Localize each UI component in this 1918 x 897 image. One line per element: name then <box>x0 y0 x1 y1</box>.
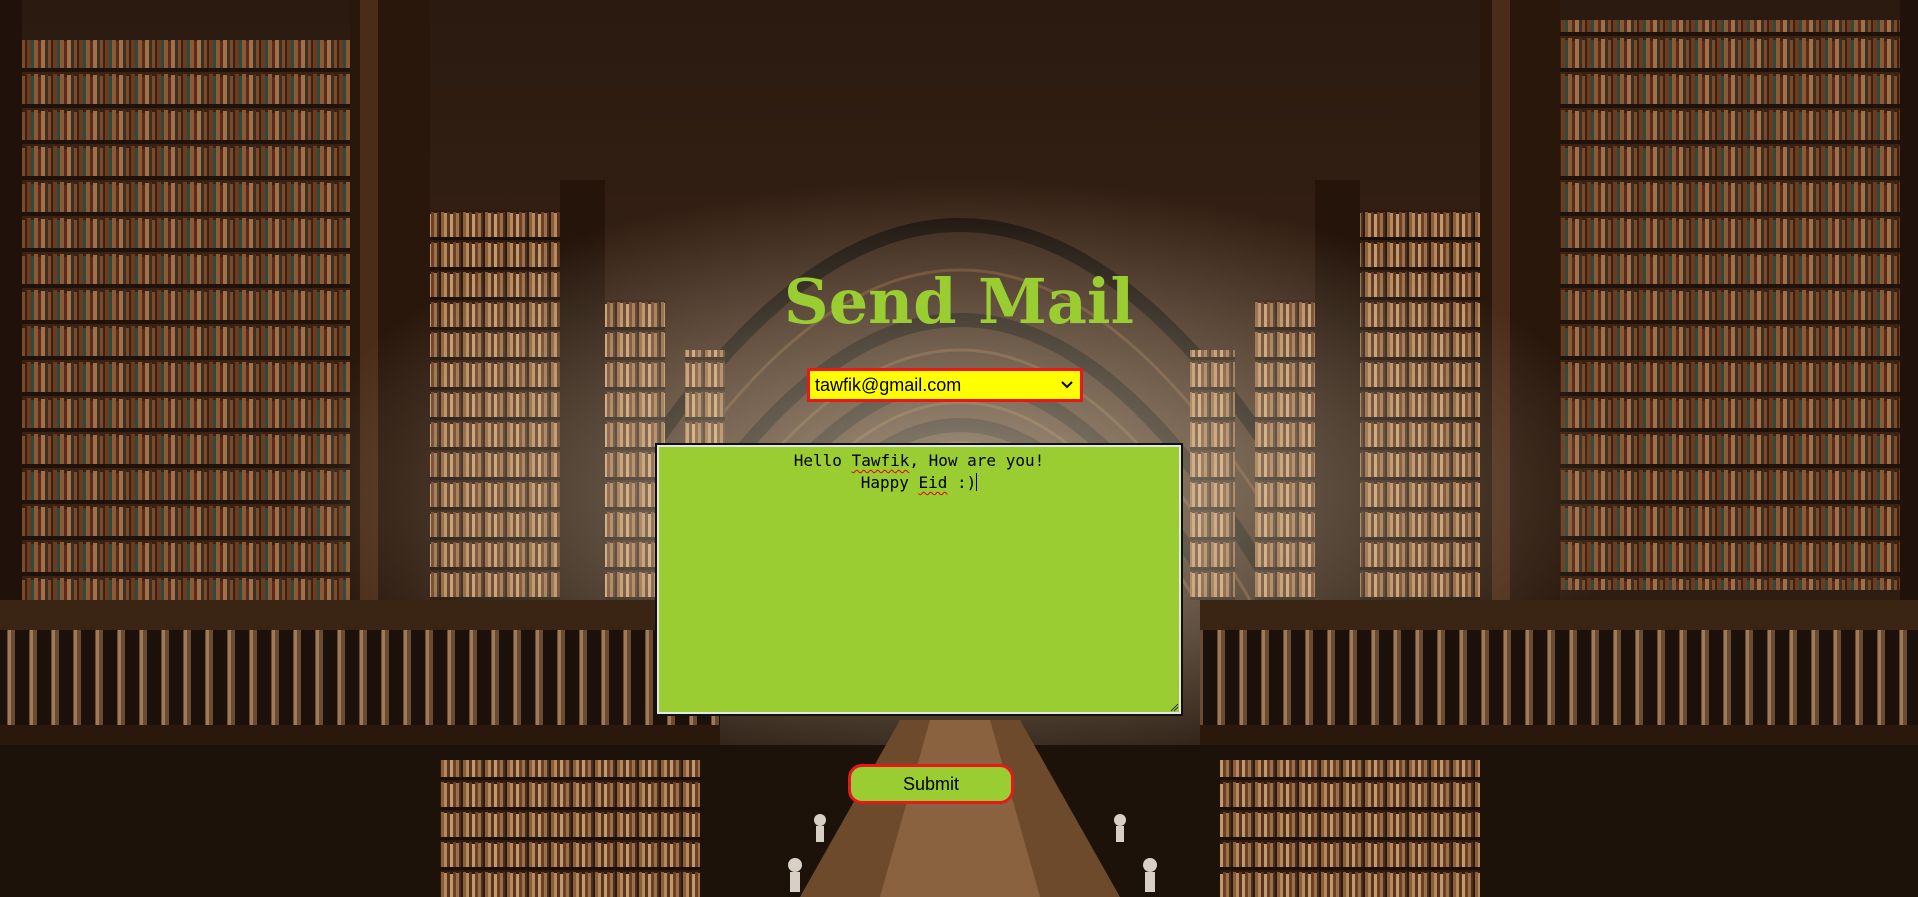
message-line-1: Hello Tawfik, How are you! <box>657 450 1181 472</box>
recipient-select-value: tawfik@gmail.com <box>815 375 962 395</box>
submit-button[interactable]: Submit <box>848 764 1014 804</box>
message-textarea[interactable]: Hello Tawfik, How are you! Happy Eid :) <box>655 443 1183 716</box>
spellcheck-word: Tawfik <box>851 451 910 470</box>
message-text: , How are you! <box>909 451 1045 470</box>
recipient-select[interactable]: tawfik@gmail.com <box>807 368 1083 402</box>
chevron-down-icon <box>1061 381 1073 389</box>
message-text: :) <box>947 473 977 492</box>
spellcheck-word: Eid <box>918 473 948 492</box>
resize-grip-icon[interactable] <box>1169 702 1179 712</box>
message-text: Happy <box>860 473 919 492</box>
message-text: Hello <box>793 451 852 470</box>
page-title: Send Mail <box>783 265 1135 338</box>
text-caret <box>976 473 978 491</box>
message-line-2: Happy Eid :) <box>657 472 1181 494</box>
